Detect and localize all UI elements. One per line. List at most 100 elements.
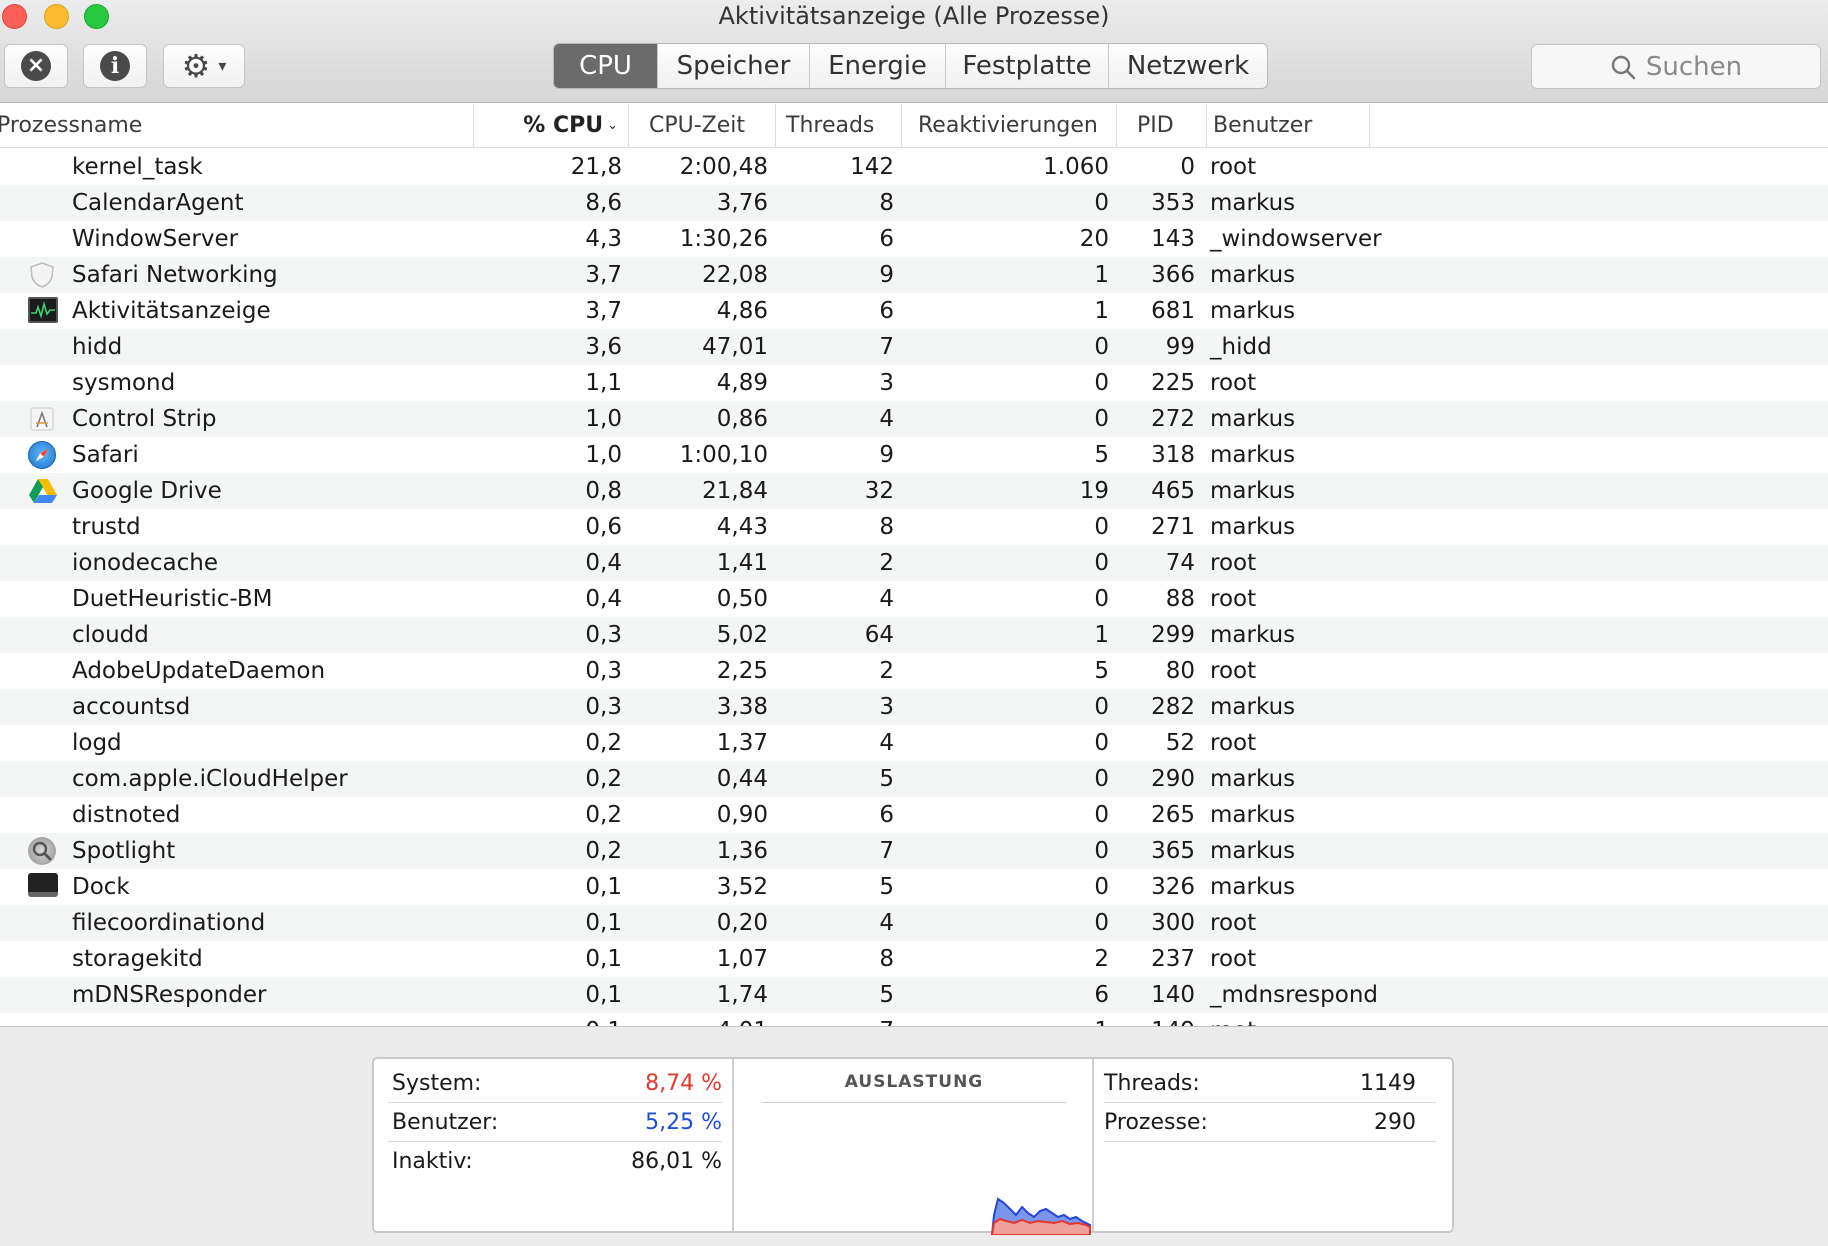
gear-icon: ⚙ <box>181 47 211 85</box>
process-name: WindowServer <box>72 226 239 252</box>
process-name: cloudd <box>72 622 149 648</box>
table-row[interactable]: AdobeUpdateDaemon 0,3 2,25 2 5 80 root <box>0 653 1828 689</box>
thread-count: 3 <box>879 370 894 396</box>
table-row[interactable]: Safari 1,0 1:00,10 9 5 318 markus <box>0 437 1828 473</box>
pid: 326 <box>1151 874 1195 900</box>
cpu-load-graph <box>990 1197 1091 1235</box>
tab-festplatte[interactable]: Festplatte <box>945 44 1108 88</box>
table-row[interactable]: WindowServer 4,3 1:30,26 6 20 143 _windowserve… <box>0 221 1828 257</box>
table-row[interactable]: hidd 3,6 47,01 7 0 99 _hidd <box>0 329 1828 365</box>
table-row[interactable]: trustd 0,6 4,43 8 0 271 markus <box>0 509 1828 545</box>
wakeup-count: 0 <box>1094 730 1109 756</box>
process-count-stats: Threads: 1149 Prozesse: 290 <box>1094 1059 1452 1231</box>
stat-user: Benutzer: 5,25 % <box>388 1104 722 1142</box>
pid: 271 <box>1151 514 1195 540</box>
process-name: trustd <box>72 514 141 540</box>
table-row[interactable]: Spotlight 0,2 1,36 7 0 365 markus <box>0 833 1828 869</box>
thread-count: 5 <box>879 874 894 900</box>
inspect-process-button[interactable]: i <box>83 44 147 88</box>
cpu-percent: 4,3 <box>585 226 622 252</box>
cpu-time: 1,07 <box>716 946 768 972</box>
process-name: accountsd <box>72 694 191 720</box>
wakeup-count: 20 <box>1079 226 1109 252</box>
table-row[interactable]: sysmond 1,1 4,89 3 0 225 root <box>0 365 1828 401</box>
table-row[interactable]: logd 0,2 1,37 4 0 52 root <box>0 725 1828 761</box>
column-header-wakeups[interactable]: Reaktivierungen <box>902 104 1117 148</box>
wakeup-count: 0 <box>1094 838 1109 864</box>
user-name: markus <box>1210 622 1296 648</box>
table-row[interactable]: CalendarAgent 8,6 3,76 8 0 353 markus <box>0 185 1828 221</box>
cpu-percent: 21,8 <box>570 154 622 180</box>
user-name: markus <box>1210 766 1296 792</box>
process-name: sysmond <box>72 370 176 396</box>
cpu-percent: 1,1 <box>585 370 622 396</box>
user-name: markus <box>1210 406 1296 432</box>
table-row[interactable]: ionodecache 0,4 1,41 2 0 74 root <box>0 545 1828 581</box>
table-row[interactable]: Dock 0,1 3,52 5 0 326 markus <box>0 869 1828 905</box>
wakeup-count: 1 <box>1094 622 1109 648</box>
pid: 143 <box>1151 226 1195 252</box>
cpu-percent: 0,3 <box>585 622 622 648</box>
table-row[interactable]: Aktivitätsanzeige 3,7 4,86 6 1 681 markus <box>0 293 1828 329</box>
column-header-cpu-time[interactable]: CPU-Zeit <box>629 104 776 148</box>
table-row[interactable]: Google Drive 0,8 21,84 32 19 465 markus <box>0 473 1828 509</box>
process-name: DuetHeuristic-BM <box>72 586 273 612</box>
cpu-time: 0,86 <box>716 406 768 432</box>
tab-speicher[interactable]: Speicher <box>657 44 809 88</box>
cpu-time: 4,43 <box>716 514 768 540</box>
column-header-pid[interactable]: PID <box>1117 104 1207 148</box>
cpu-time: 4,89 <box>716 370 768 396</box>
wakeup-count: 0 <box>1094 550 1109 576</box>
pid: 88 <box>1165 586 1195 612</box>
table-row[interactable]: accountsd 0,3 3,38 3 0 282 markus <box>0 689 1828 725</box>
user-name: markus <box>1210 442 1296 468</box>
user-name: markus <box>1210 874 1296 900</box>
column-header-user[interactable]: Benutzer <box>1207 104 1370 148</box>
threads-total: 1149 <box>1360 1071 1416 1096</box>
search-placeholder: Suchen <box>1645 51 1743 82</box>
column-header-cpu[interactable]: % CPU ⌄ <box>474 104 629 148</box>
cpu-percent: 0,2 <box>585 766 622 792</box>
wakeup-count: 19 <box>1079 478 1109 504</box>
cpu-time: 3,76 <box>716 190 768 216</box>
table-row[interactable]: kernel_task 21,8 2:00,48 142 1.060 0 root <box>0 149 1828 185</box>
thread-count: 6 <box>879 226 894 252</box>
thread-count: 8 <box>879 514 894 540</box>
user-name: markus <box>1210 694 1296 720</box>
user-name: root <box>1210 910 1257 936</box>
user-name: root <box>1210 550 1257 576</box>
wakeup-count: 0 <box>1094 874 1109 900</box>
cpu-percent: 3,7 <box>585 298 622 324</box>
table-row[interactable]: distnoted 0,2 0,90 6 0 265 markus <box>0 797 1828 833</box>
tab-energie[interactable]: Energie <box>809 44 945 88</box>
table-row[interactable]: DuetHeuristic-BM 0,4 0,50 4 0 88 root <box>0 581 1828 617</box>
table-row[interactable]: Control Strip 1,0 0,86 4 0 272 markus <box>0 401 1828 437</box>
table-row[interactable]: filecoordinationd 0,1 0,20 4 0 300 root <box>0 905 1828 941</box>
pid: 272 <box>1151 406 1195 432</box>
table-row[interactable]: mDNSResponder 0,1 1,74 5 6 140 _mdnsrespond <box>0 977 1828 1013</box>
wakeup-count: 5 <box>1094 442 1109 468</box>
table-row[interactable]: storagekitd 0,1 1,07 8 2 237 root <box>0 941 1828 977</box>
cpu-time: 2,25 <box>716 658 768 684</box>
user-name: markus <box>1210 190 1296 216</box>
column-header-threads[interactable]: Threads <box>776 104 902 148</box>
tab-cpu[interactable]: CPU <box>554 44 657 88</box>
thread-count: 9 <box>879 262 894 288</box>
user-name: _windowserver <box>1210 226 1382 252</box>
tab-netzwerk[interactable]: Netzwerk <box>1108 44 1267 88</box>
process-name: filecoordinationd <box>72 910 266 936</box>
table-row[interactable]: com.apple.iCloudHelper 0,2 0,44 5 0 290 markus <box>0 761 1828 797</box>
search-field[interactable]: Suchen <box>1531 44 1821 89</box>
safari-icon <box>28 441 58 469</box>
table-row[interactable]: 0,1 4,01 71 149 root <box>0 1013 1828 1026</box>
action-menu-button[interactable]: ⚙ ▾ <box>163 44 245 88</box>
cpu-percent: 0,1 <box>585 946 622 972</box>
stat-threads: Threads: 1149 <box>1104 1065 1436 1103</box>
table-row[interactable]: Safari Networking 3,7 22,08 9 1 366 markus <box>0 257 1828 293</box>
column-header-process-name[interactable]: Prozessname <box>0 104 474 148</box>
table-row[interactable]: cloudd 0,3 5,02 64 1 299 markus <box>0 617 1828 653</box>
pid: 290 <box>1151 766 1195 792</box>
user-name: root <box>1210 370 1257 396</box>
quit-process-button[interactable]: × <box>4 44 68 88</box>
dock-icon <box>28 873 58 901</box>
